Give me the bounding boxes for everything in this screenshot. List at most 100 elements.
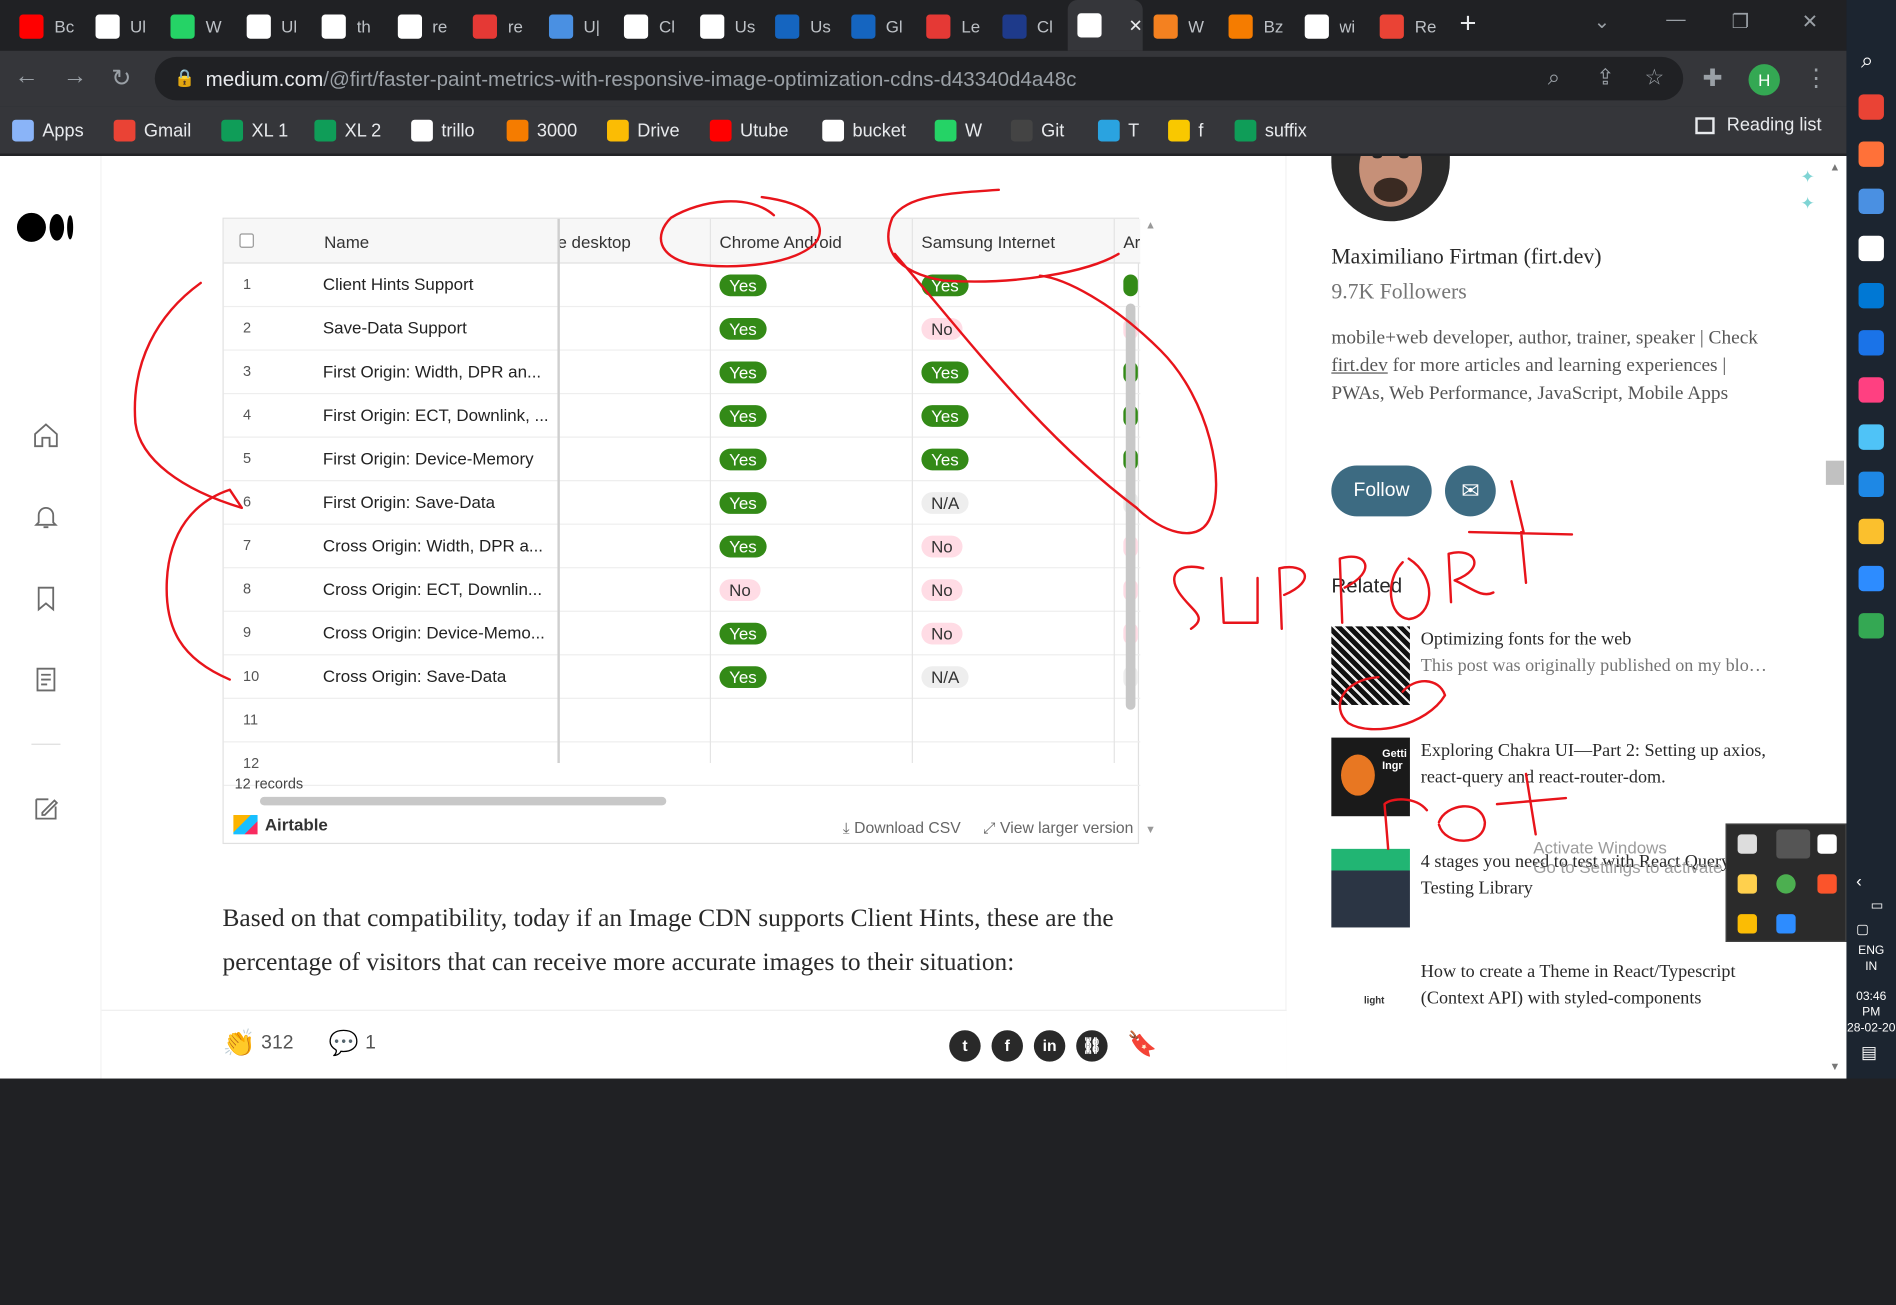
browser-tab[interactable]: Us — [690, 10, 765, 44]
author-avatar[interactable] — [1331, 155, 1450, 222]
table-row[interactable]: 9 Cross Origin: Device-Memo... Yes No — [223, 612, 1141, 656]
column-header-desktop[interactable]: e desktop — [557, 232, 630, 251]
scroll-down-arrow-icon[interactable]: ▼ — [1830, 1060, 1841, 1072]
airtable-embed[interactable]: Name e desktop Chrome Android Samsung In… — [222, 217, 1141, 845]
minimize-icon[interactable]: — — [1666, 10, 1685, 32]
table-row[interactable]: 8 Cross Origin: ECT, Downlin... No No — [223, 568, 1141, 612]
taskbar-app-icon[interactable] — [1858, 282, 1884, 309]
taskbar-app-icon[interactable] — [1858, 471, 1884, 497]
share-icon[interactable]: ⇪ — [1596, 65, 1614, 90]
download-csv-link[interactable]: ⤓ Download CSV — [843, 819, 961, 838]
new-tab-button[interactable]: + — [1460, 9, 1477, 39]
row-name-cell[interactable]: Cross Origin: Save-Data — [323, 666, 553, 685]
menu-icon[interactable]: ⋮ — [1804, 63, 1828, 93]
scroll-up-arrow-icon[interactable]: ▲ — [1830, 161, 1841, 173]
table-row[interactable]: 1 Client Hints Support Yes Yes — [223, 264, 1141, 308]
close-tab-icon[interactable]: ✕ — [1129, 15, 1143, 36]
extensions-icon[interactable]: ✚ — [1703, 63, 1723, 93]
scroll-up-arrow-icon[interactable]: ▲ — [1145, 219, 1156, 231]
tray-app-icon[interactable] — [1776, 829, 1811, 859]
browser-tab[interactable]: re — [463, 10, 538, 44]
bookmark-bucket[interactable]: bucket — [822, 115, 906, 146]
stories-icon[interactable] — [31, 665, 60, 694]
taskbar-app-icon[interactable] — [1858, 188, 1884, 215]
column-header-name[interactable]: Name — [324, 232, 369, 251]
bio-link[interactable]: firt.dev — [1331, 356, 1387, 377]
bookmark-suffix[interactable]: suffix — [1234, 115, 1307, 146]
close-window-icon[interactable]: ✕ — [1802, 10, 1818, 34]
taskbar-app-icon[interactable] — [1858, 518, 1884, 545]
taskbar-clock[interactable]: ENG IN 03:46 PM 28-02-20 — [1846, 943, 1896, 1036]
taskbar-app-icon[interactable] — [1858, 330, 1884, 356]
medium-logo[interactable] — [16, 210, 75, 244]
network-icon[interactable]: ▭ — [1871, 897, 1884, 913]
table-row[interactable]: 11 — [223, 699, 1141, 743]
bookmark-trillo[interactable]: trillo — [411, 115, 475, 146]
facebook-share-icon[interactable]: f — [991, 1030, 1023, 1062]
volume-icon[interactable]: ▢ — [1856, 921, 1869, 938]
forward-icon[interactable]: → — [63, 63, 87, 91]
clap-icon[interactable]: 👏 — [222, 1028, 255, 1059]
browser-tab[interactable]: wi — [1294, 10, 1369, 44]
browser-tab[interactable]: Bz — [1219, 10, 1294, 44]
airtable-brand[interactable]: Airtable — [233, 815, 328, 835]
row-name-cell[interactable]: Client Hints Support — [323, 274, 553, 293]
tray-app-icon[interactable] — [1776, 874, 1796, 894]
tray-app-icon[interactable] — [1737, 834, 1757, 854]
horizontal-scrollbar[interactable] — [259, 796, 667, 806]
address-bar[interactable]: 🔒 medium.com/@firt/faster-paint-metrics-… — [154, 56, 1684, 101]
row-name-cell[interactable]: First Origin: Device-Memory — [323, 449, 553, 468]
browser-tab[interactable]: re — [388, 10, 463, 44]
taskbar-app-icon[interactable] — [1858, 565, 1884, 592]
tab-search-icon[interactable]: ⌄ — [1594, 10, 1610, 34]
browser-tab[interactable]: ✕ — [1067, 0, 1143, 51]
bookmark-w[interactable]: W — [934, 115, 982, 146]
taskbar-app-icon[interactable] — [1858, 377, 1884, 403]
view-larger-link[interactable]: ⤢ View larger version — [983, 819, 1133, 838]
copy-link-icon[interactable]: ⛓ — [1076, 1030, 1108, 1062]
browser-tab[interactable]: Ul — [236, 10, 311, 44]
url-text[interactable]: medium.com/@firt/faster-paint-metrics-wi… — [206, 68, 1077, 92]
follower-count[interactable]: 9.7K Followers — [1331, 279, 1466, 304]
linkedin-share-icon[interactable]: in — [1033, 1030, 1066, 1062]
taskbar-app-icon[interactable] — [1858, 424, 1884, 450]
browser-tab[interactable]: Ul — [85, 10, 160, 44]
browser-tab[interactable]: U| — [539, 10, 614, 44]
row-name-cell[interactable]: Save-Data Support — [323, 318, 553, 337]
tray-app-icon[interactable] — [1817, 874, 1837, 894]
write-icon[interactable] — [31, 794, 60, 823]
taskbar-app-icon[interactable] — [1858, 235, 1884, 262]
select-all-checkbox[interactable] — [239, 233, 254, 248]
scroll-down-arrow-icon[interactable]: ▼ — [1145, 823, 1156, 835]
browser-tab[interactable]: Le — [917, 10, 992, 44]
table-row[interactable]: 10 Cross Origin: Save-Data Yes N/A — [223, 655, 1141, 699]
tray-app-icon[interactable] — [1737, 914, 1757, 934]
bookmark-gmail[interactable]: Gmail — [113, 115, 191, 146]
twitter-share-icon[interactable]: t — [949, 1030, 981, 1062]
notification-center-icon[interactable]: ▤ — [1861, 1042, 1877, 1063]
notifications-bell-icon[interactable] — [31, 502, 60, 531]
responses-icon[interactable]: 💬 — [329, 1028, 359, 1058]
row-name-cell[interactable]: Cross Origin: Width, DPR a... — [323, 536, 553, 555]
star-icon[interactable]: ☆ — [1645, 65, 1665, 90]
tray-expand-icon[interactable]: ‹ — [1856, 871, 1862, 890]
vertical-scrollbar[interactable] — [1125, 303, 1136, 710]
row-name-cell[interactable]: First Origin: Width, DPR an... — [323, 362, 553, 381]
bookmarks-icon[interactable] — [31, 584, 60, 613]
table-row[interactable]: 4 First Origin: ECT, Downlink, ... Yes Yes — [223, 394, 1141, 438]
taskbar-app-icon[interactable] — [1858, 141, 1884, 167]
column-header-chrome-android[interactable]: Chrome Android — [719, 232, 841, 251]
bookmark-t[interactable]: T — [1097, 115, 1139, 146]
bookmark-apps[interactable]: Apps — [12, 115, 84, 146]
bookmark-f[interactable]: f — [1168, 115, 1203, 146]
browser-tab[interactable]: W — [161, 10, 236, 44]
taskbar-app-icon[interactable] — [1858, 94, 1884, 120]
reload-icon[interactable]: ↻ — [111, 63, 131, 93]
bookmark-drive[interactable]: Drive — [607, 115, 680, 146]
reading-list-button[interactable]: Reading list — [1695, 115, 1822, 135]
browser-tab[interactable]: Bc — [10, 10, 85, 44]
bookmark-add-icon[interactable]: 🔖 — [1127, 1029, 1157, 1059]
profile-avatar[interactable]: H — [1748, 64, 1780, 96]
restore-icon[interactable]: ❐ — [1732, 10, 1749, 34]
table-row[interactable]: 6 First Origin: Save-Data Yes N/A — [223, 481, 1141, 525]
